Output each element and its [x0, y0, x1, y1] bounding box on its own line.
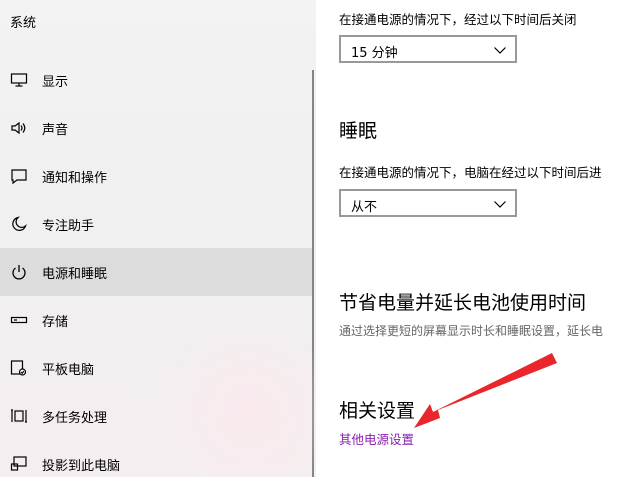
sidebar-item-power-sleep[interactable]: 电源和睡眠	[0, 248, 312, 296]
sidebar-item-label: 声音	[42, 122, 69, 138]
sidebar-item-label: 显示	[42, 74, 69, 90]
dropdown-value: 15 分钟	[351, 46, 398, 61]
sidebar-item-label: 平板电脑	[42, 362, 95, 378]
tablet-icon	[10, 359, 28, 377]
moon-icon	[10, 215, 28, 233]
main-content: 在接通电源的情况下，经过以下时间后关闭 15 分钟 睡眠 在接通电源的情况下，电…	[316, 0, 636, 477]
sidebar-item-tablet[interactable]: 平板电脑	[0, 344, 312, 392]
sidebar-item-label: 专注助手	[42, 218, 95, 234]
sidebar-item-label: 多任务处理	[42, 410, 108, 426]
screen-off-dropdown[interactable]: 15 分钟	[339, 35, 517, 63]
screen-off-description: 在接通电源的情况下，经过以下时间后关闭	[339, 12, 577, 27]
sidebar-item-storage[interactable]: 存储	[0, 296, 312, 344]
additional-power-settings-link[interactable]: 其他电源设置	[339, 429, 414, 448]
chevron-down-icon	[494, 47, 506, 54]
project-icon	[10, 455, 28, 473]
settings-window: 系统 显示 声音 通知和操作 专注助手 电源和睡眠 存储 平板电脑 多任务处理 …	[0, 0, 636, 477]
sleep-section-title: 睡眠	[339, 120, 378, 142]
sidebar-item-label: 通知和操作	[42, 170, 108, 186]
chevron-down-icon	[494, 201, 506, 208]
sidebar-item-label: 存储	[42, 314, 69, 330]
sleep-description: 在接通电源的情况下，电脑在经过以下时间后进	[339, 165, 602, 180]
sidebar-item-display[interactable]: 显示	[0, 56, 312, 104]
sidebar: 系统 显示 声音 通知和操作 专注助手 电源和睡眠 存储 平板电脑 多任务处理 …	[0, 0, 316, 477]
sidebar-item-sound[interactable]: 声音	[0, 104, 312, 152]
sidebar-heading: 系统	[10, 16, 37, 31]
sidebar-scrollbar[interactable]	[312, 70, 314, 477]
battery-description: 通过选择更短的屏幕显示时长和睡眠设置，延长电	[339, 324, 604, 338]
sidebar-item-multitasking[interactable]: 多任务处理	[0, 392, 312, 440]
multitask-icon	[10, 407, 28, 425]
sidebar-item-label: 电源和睡眠	[42, 266, 108, 282]
storage-icon	[10, 311, 28, 329]
sidebar-item-label: 投影到此电脑	[42, 458, 121, 474]
monitor-icon	[10, 71, 28, 89]
speaker-icon	[10, 119, 28, 137]
sidebar-item-notifications[interactable]: 通知和操作	[0, 152, 312, 200]
power-icon	[10, 263, 28, 281]
battery-section-title: 节省电量并延长电池使用时间	[339, 292, 587, 314]
related-settings-title: 相关设置	[339, 400, 416, 422]
sidebar-item-project[interactable]: 投影到此电脑	[0, 440, 312, 477]
sidebar-item-focus-assist[interactable]: 专注助手	[0, 200, 312, 248]
dropdown-value: 从不	[351, 200, 378, 215]
notification-icon	[10, 167, 28, 185]
sleep-dropdown[interactable]: 从不	[339, 189, 517, 217]
